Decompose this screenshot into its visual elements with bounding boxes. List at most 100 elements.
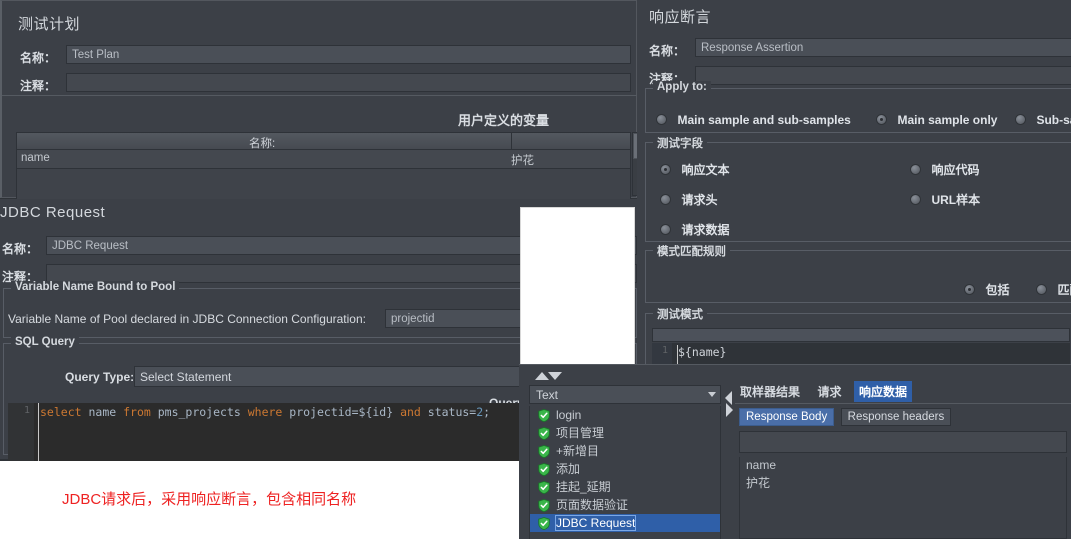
- list-item[interactable]: 页面数据验证: [530, 496, 720, 514]
- chevron-down-icon[interactable]: [708, 392, 716, 397]
- editor-gutter: 1: [8, 403, 34, 461]
- test-patterns-toolbar: [652, 328, 1070, 342]
- test-field-label-4: 请求数据: [681, 223, 730, 238]
- response-search-input[interactable]: [739, 431, 1067, 453]
- assertion-comment-input[interactable]: [695, 66, 1071, 85]
- response-body-line: name: [746, 458, 777, 472]
- list-item[interactable]: 项目管理: [530, 424, 720, 442]
- list-item[interactable]: +新增目: [530, 442, 720, 460]
- tab-sampler-result[interactable]: 取样器结果: [735, 381, 805, 402]
- radio-icon[interactable]: [656, 114, 667, 126]
- splitter-arrows-icon[interactable]: [724, 389, 734, 419]
- test-pattern-value: ${name}: [678, 345, 727, 359]
- test-field-label-3: URL样本: [931, 193, 981, 208]
- apply-to-label-2: Sub-samples only: [1036, 112, 1071, 127]
- list-item-label: login: [556, 408, 582, 422]
- radio-icon[interactable]: [660, 224, 671, 236]
- list-item[interactable]: JDBC Request: [530, 514, 720, 532]
- sampler-result-tree[interactable]: login 项目管理 +新增目添加挂起_延期页面数据验证 JDBC Request: [529, 406, 721, 539]
- radio-icon[interactable]: [910, 194, 921, 206]
- assertion-title: 响应断言: [649, 9, 712, 26]
- list-item[interactable]: 挂起_延期: [530, 478, 720, 496]
- annotation-note: JDBC请求后，采用响应断言，包含相同名称: [0, 461, 519, 539]
- pattern-rule-label-0: 包括: [985, 283, 1010, 298]
- line-number: 1: [661, 345, 668, 356]
- sql-token: pms_projects: [150, 405, 248, 419]
- apply-to-title: Apply to:: [653, 81, 711, 93]
- annotation-text: JDBC请求后，采用响应断言，包含相同名称: [62, 491, 357, 508]
- test-field-option-request-data[interactable]: 请求数据: [660, 221, 729, 239]
- table-row[interactable]: name 护花: [16, 150, 631, 169]
- col-divider: [511, 133, 512, 151]
- radio-icon[interactable]: [660, 194, 671, 206]
- test-plan-comment-label: 注释：: [20, 79, 57, 93]
- list-item-label: 挂起_延期: [556, 480, 611, 494]
- apply-to-label-0: Main sample and sub-samples: [677, 112, 851, 127]
- radio-icon[interactable]: [1015, 114, 1026, 126]
- success-shield-icon: [538, 517, 550, 530]
- test-field-option-response-text[interactable]: 响应文本: [660, 161, 729, 179]
- apply-to-label-1: Main sample only: [897, 112, 998, 127]
- radio-icon[interactable]: [660, 164, 671, 176]
- collapse-arrows-icon[interactable]: [533, 370, 563, 382]
- white-overlay-box: [520, 207, 635, 369]
- list-item[interactable]: 添加: [530, 460, 720, 478]
- divider: [2, 95, 639, 96]
- pattern-rule-option-contains[interactable]: 包括: [964, 281, 1009, 299]
- results-panel: Text login 项目管理 +新增目添加挂起_延期页面数据验证 JDBC Requ…: [519, 364, 1071, 539]
- subtab-response-body[interactable]: Response Body: [739, 408, 835, 426]
- text-caret: [38, 403, 39, 461]
- sql-token: select: [40, 405, 82, 419]
- pane-splitter[interactable]: [724, 385, 734, 539]
- test-field-label-0: 响应文本: [681, 163, 730, 178]
- renderer-select[interactable]: Text: [529, 385, 721, 404]
- test-field-group: 测试字段 响应文本 响应代码 请求头 URL样本 请求数据: [645, 135, 1071, 242]
- col-header-name: 名称:: [249, 138, 276, 150]
- sql-code-line: select name from pms_projects where proj…: [40, 405, 490, 419]
- radio-icon[interactable]: [910, 164, 921, 176]
- test-field-option-url-sample[interactable]: URL样本: [910, 191, 980, 209]
- sql-query-group-title: SQL Query: [11, 336, 79, 348]
- test-field-title: 测试字段: [653, 135, 707, 151]
- test-plan-title: 测试计划: [18, 16, 81, 33]
- user-defined-variables-title: 用户定义的变量: [458, 113, 550, 128]
- success-shield-icon: [538, 409, 550, 422]
- sql-token: name: [81, 405, 124, 419]
- pool-label: Variable Name of Pool declared in JDBC C…: [8, 312, 366, 326]
- line-number: 1: [23, 405, 30, 416]
- response-body-line: 护花: [746, 476, 771, 490]
- test-plan-name-label: 名称：: [20, 51, 57, 65]
- list-item-label: 页面数据验证: [556, 498, 629, 512]
- apply-to-option-main-and-sub[interactable]: Main sample and sub-samples: [656, 111, 851, 129]
- jdbc-request-title: JDBC Request: [0, 204, 106, 221]
- apply-to-option-sub-only[interactable]: Sub-samples only: [1015, 111, 1071, 129]
- list-item-label: 添加: [556, 462, 581, 476]
- test-plan-panel: 测试计划 名称： Test Plan 注释： 用户定义的变量 名称: name …: [0, 0, 641, 203]
- sql-token: and: [400, 405, 421, 419]
- pattern-rule-option-matches[interactable]: 匹配: [1036, 281, 1071, 299]
- variables-table-empty-area: [16, 169, 631, 203]
- cell-value: 护花: [511, 155, 534, 167]
- list-item[interactable]: login: [530, 406, 720, 424]
- test-field-label-2: 请求头: [681, 193, 718, 208]
- test-field-label-1: 响应代码: [931, 163, 980, 178]
- test-patterns-title: 测试模式: [653, 306, 707, 322]
- test-plan-comment-input[interactable]: [66, 73, 631, 92]
- test-plan-name-input[interactable]: Test Plan: [66, 45, 631, 64]
- radio-icon[interactable]: [1036, 284, 1047, 296]
- apply-to-option-main-only[interactable]: Main sample only: [876, 111, 997, 129]
- test-field-option-request-headers[interactable]: 请求头: [660, 191, 717, 209]
- assertion-name-input[interactable]: Response Assertion: [695, 38, 1071, 57]
- response-body-content: name 护花: [739, 457, 1067, 539]
- test-field-option-response-code[interactable]: 响应代码: [910, 161, 979, 179]
- tab-request[interactable]: 请求: [812, 381, 846, 402]
- tab-response-data[interactable]: 响应数据: [853, 381, 912, 402]
- pattern-rule-label-1: 匹配: [1057, 283, 1071, 298]
- jdbc-name-label: 名称：: [2, 242, 39, 256]
- success-shield-icon: [538, 427, 550, 440]
- subtab-response-headers[interactable]: Response headers: [840, 408, 952, 426]
- radio-icon[interactable]: [876, 114, 887, 126]
- radio-icon[interactable]: [964, 284, 975, 296]
- list-item-label: JDBC Request: [554, 515, 637, 531]
- assertion-name-label: 名称：: [649, 44, 686, 58]
